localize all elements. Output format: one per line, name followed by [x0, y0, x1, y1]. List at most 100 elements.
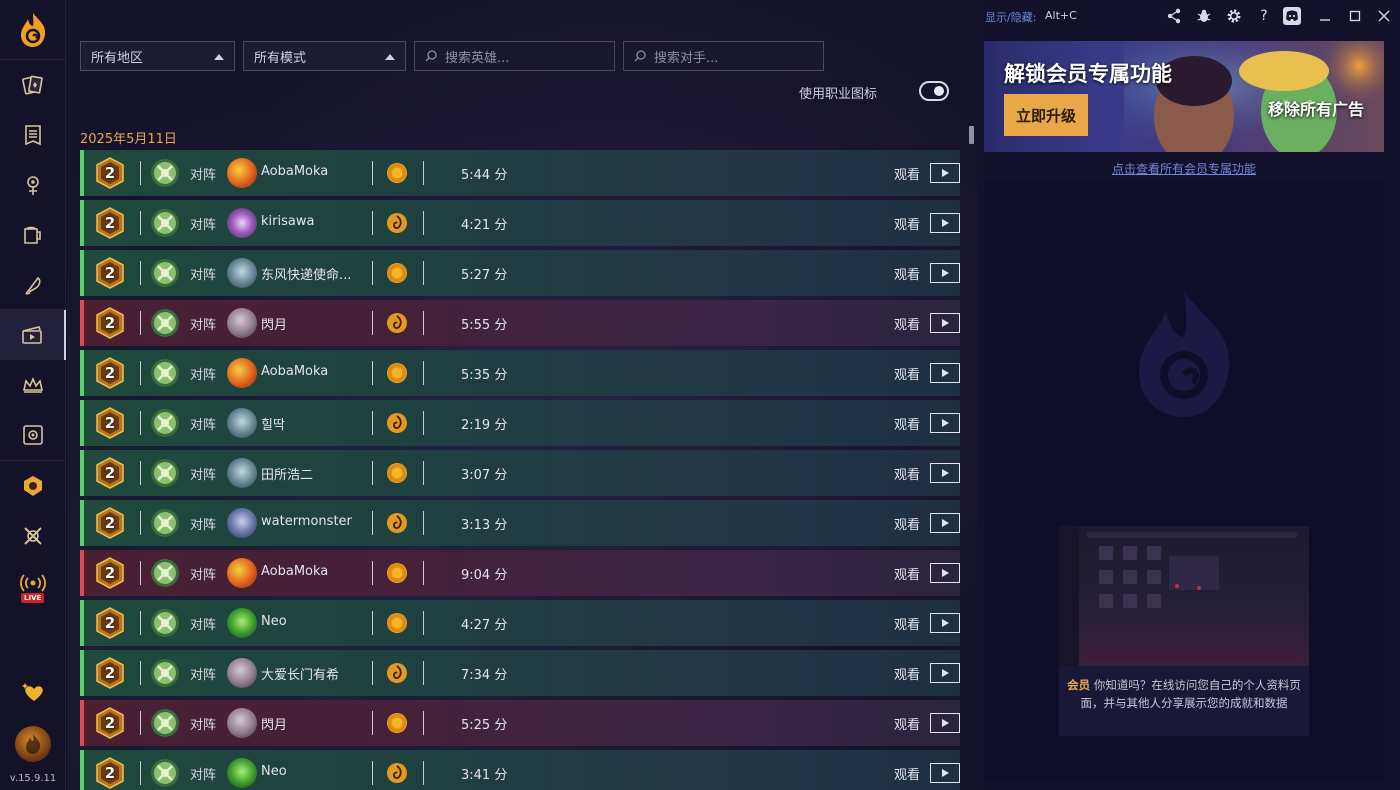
mode-filter-dropdown[interactable]: 所有模式: [243, 41, 406, 71]
play-replay-button[interactable]: [930, 513, 960, 533]
profile-preview-image: [1059, 526, 1309, 666]
match-row[interactable]: 2 对阵 东风快递使命... 5:27 分 观看: [80, 250, 960, 296]
rank-number: 2: [104, 664, 116, 682]
nav-premium[interactable]: [0, 667, 66, 717]
play-replay-button[interactable]: [930, 313, 960, 333]
help-icon[interactable]: ?: [1255, 7, 1273, 25]
opponent-hero-icon: [227, 758, 257, 788]
play-replay-button[interactable]: [930, 263, 960, 283]
match-row[interactable]: 2 对阵 kirisawa 4:21 分 观看: [80, 200, 960, 246]
play-replay-button[interactable]: [930, 713, 960, 733]
match-row[interactable]: 2 对阵 AobaMoka 9:04 分 观看: [80, 550, 960, 596]
opponent-name: kirisawa: [261, 214, 315, 229]
play-replay-button[interactable]: [930, 413, 960, 433]
column-divider: [372, 211, 373, 235]
nav-deck-list[interactable]: [0, 110, 66, 160]
minimize-icon[interactable]: [1316, 7, 1334, 25]
user-avatar[interactable]: [15, 726, 51, 762]
match-row[interactable]: 2 对阵 閃月 5:25 分 观看: [80, 700, 960, 746]
region-filter-dropdown[interactable]: 所有地区: [80, 41, 235, 71]
hero-search-input[interactable]: 搜索英雄...: [414, 41, 615, 71]
match-row[interactable]: 2 对阵 閃月 5:55 分 观看: [80, 300, 960, 346]
caret-up-icon: [385, 54, 395, 60]
opponent-search-input[interactable]: 搜索对手...: [623, 41, 824, 71]
watch-label[interactable]: 观看: [894, 364, 920, 383]
nav-quill[interactable]: [0, 260, 66, 310]
watch-label[interactable]: 观看: [894, 764, 920, 783]
nav-cards[interactable]: [0, 60, 66, 110]
play-replay-button[interactable]: [930, 613, 960, 633]
nav-replays[interactable]: [0, 310, 66, 360]
view-member-features-link[interactable]: 点击查看所有会员专属功能: [984, 160, 1384, 177]
app-logo[interactable]: [0, 0, 66, 60]
play-replay-button[interactable]: [930, 563, 960, 583]
nav-bounty-board[interactable]: [0, 410, 66, 460]
watch-label[interactable]: 观看: [894, 664, 920, 683]
opponent-name: 閃月: [261, 318, 288, 333]
rune-icon: [27, 176, 39, 195]
watch-label[interactable]: 观看: [894, 564, 920, 583]
watch-label[interactable]: 观看: [894, 714, 920, 733]
upgrade-now-button[interactable]: 立即升级: [1004, 94, 1088, 136]
close-icon[interactable]: [1375, 7, 1393, 25]
column-divider: [423, 461, 424, 485]
nav-crown[interactable]: [0, 360, 66, 410]
match-row[interactable]: 2 对阵 힐딱 2:19 分 观看: [80, 400, 960, 446]
match-row[interactable]: 2 对阵 田所浩二 3:07 分 观看: [80, 450, 960, 496]
watch-label[interactable]: 观看: [894, 164, 920, 183]
nav-arena[interactable]: [0, 511, 66, 561]
column-divider: [140, 561, 141, 585]
premium-upsell-banner[interactable]: 解锁会员专属功能 立即升级 移除所有广告: [984, 41, 1384, 152]
match-row[interactable]: 2 对阵 watermonster 3:13 分 观看: [80, 500, 960, 546]
crossed-swords-icon: [24, 527, 42, 545]
bug-icon[interactable]: [1195, 7, 1213, 25]
rank-number: 2: [104, 214, 116, 232]
match-row[interactable]: 2 对阵 AobaMoka 5:44 分 观看: [80, 150, 960, 196]
column-divider: [372, 161, 373, 185]
nav-rune[interactable]: [0, 160, 66, 210]
watch-label[interactable]: 观看: [894, 614, 920, 633]
hotkey-value: Alt+C: [1045, 9, 1077, 22]
maximize-icon[interactable]: [1346, 7, 1364, 25]
column-divider: [372, 411, 373, 435]
column-divider: [140, 461, 141, 485]
match-row[interactable]: 2 对阵 Neo 4:27 分 观看: [80, 600, 960, 646]
watch-label[interactable]: 观看: [894, 314, 920, 333]
app-screenshot-thumbnail: [1059, 526, 1297, 666]
match-duration: 5:44 分: [461, 168, 508, 183]
column-divider: [423, 311, 424, 335]
watch-label[interactable]: 观看: [894, 464, 920, 483]
match-duration: 5:27 分: [461, 268, 508, 283]
play-replay-button[interactable]: [930, 163, 960, 183]
watch-label[interactable]: 观看: [894, 414, 920, 433]
match-row[interactable]: 2 对阵 大爱长门有希 7:34 分 观看: [80, 650, 960, 696]
match-row[interactable]: 2 对阵 AobaMoka 5:35 分 观看: [80, 350, 960, 396]
match-row[interactable]: 2 对阵 Neo 3:41 分 观看: [80, 750, 960, 790]
play-replay-button[interactable]: [930, 463, 960, 483]
nav-tavern[interactable]: [0, 210, 66, 260]
flame-logo-icon: [21, 12, 46, 47]
share-icon[interactable]: [1165, 7, 1183, 25]
date-header: 2025年5月11日: [80, 132, 177, 147]
coin-first-icon: [387, 263, 407, 283]
watch-label[interactable]: 观看: [894, 214, 920, 233]
nav-battlegrounds[interactable]: [0, 461, 66, 511]
scrollbar-thumb[interactable]: [969, 126, 974, 144]
play-replay-button[interactable]: [930, 213, 960, 233]
class-icon-toggle[interactable]: [919, 81, 949, 101]
discord-icon[interactable]: [1283, 7, 1301, 25]
class-portrait-icon: [151, 509, 179, 537]
opponent-hero-icon: [227, 258, 257, 288]
play-icon: [941, 769, 949, 777]
match-duration: 9:04 分: [461, 568, 508, 583]
column-divider: [372, 461, 373, 485]
bounty-board-icon: [23, 425, 43, 445]
play-replay-button[interactable]: [930, 763, 960, 783]
play-replay-button[interactable]: [930, 363, 960, 383]
settings-gear-icon[interactable]: [1225, 7, 1243, 25]
class-portrait-icon: [151, 409, 179, 437]
tip-card[interactable]: 会员 你知道吗？在线访问您自己的个人资料页面，并与其他人分享展示您的成就和数据: [1059, 526, 1309, 736]
watch-label[interactable]: 观看: [894, 514, 920, 533]
watch-label[interactable]: 观看: [894, 264, 920, 283]
play-replay-button[interactable]: [930, 663, 960, 683]
